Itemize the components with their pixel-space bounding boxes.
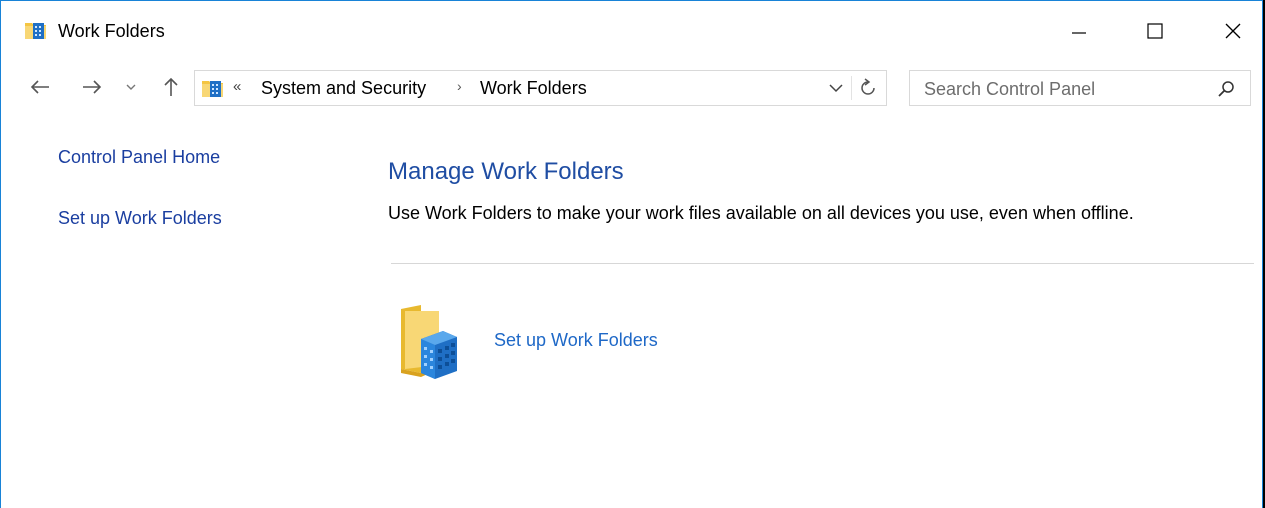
breadcrumb-work-folders[interactable]: Work Folders [480, 76, 587, 100]
maximize-icon [1147, 23, 1163, 39]
page-description: Use Work Folders to make your work files… [388, 203, 1134, 223]
breadcrumb-overflow-chevron[interactable]: « [233, 78, 241, 95]
close-icon [1225, 23, 1241, 39]
work-folders-large-icon[interactable] [399, 303, 461, 379]
breadcrumb-system-and-security[interactable]: System and Security [261, 76, 426, 100]
up-button[interactable] [157, 73, 185, 101]
arrow-right-icon [83, 80, 102, 94]
work-folders-icon [24, 20, 48, 40]
set-up-work-folders-side-link[interactable]: Set up Work Folders [58, 206, 222, 230]
maximize-button[interactable] [1127, 11, 1183, 51]
control-panel-home-link[interactable]: Control Panel Home [58, 145, 220, 169]
chevron-down-icon [126, 84, 136, 90]
refresh-button[interactable] [859, 77, 879, 99]
address-dropdown-button[interactable] [827, 79, 845, 97]
breadcrumb-separator[interactable]: › [457, 78, 462, 94]
search-input[interactable]: Search Control Panel [924, 77, 1095, 101]
arrow-up-icon [164, 77, 178, 96]
address-bar[interactable]: « System and Security › Work Folders [194, 70, 887, 106]
chevron-down-icon [829, 84, 843, 93]
forward-button[interactable] [77, 73, 107, 101]
recent-locations-button[interactable] [121, 73, 141, 101]
minimize-button[interactable] [1051, 11, 1107, 51]
minimize-icon [1072, 32, 1086, 34]
arrow-left-icon [30, 80, 49, 94]
work-folders-icon [201, 78, 225, 98]
work-folders-window: Work Folders « System and Security › Wor… [0, 0, 1263, 508]
set-up-work-folders-link[interactable]: Set up Work Folders [494, 328, 658, 352]
page-title: Manage Work Folders [388, 158, 624, 185]
back-button[interactable] [25, 73, 55, 101]
window-title: Work Folders [58, 21, 165, 41]
close-button[interactable] [1205, 11, 1261, 51]
refresh-icon [861, 78, 875, 95]
search-box[interactable]: Search Control Panel [909, 70, 1251, 106]
search-icon[interactable] [1216, 79, 1236, 99]
title-bar[interactable]: Work Folders [1, 1, 1262, 57]
navigation-bar: « System and Security › Work Folders Sea… [1, 67, 1262, 107]
address-divider [851, 76, 852, 100]
content-divider [391, 263, 1254, 264]
